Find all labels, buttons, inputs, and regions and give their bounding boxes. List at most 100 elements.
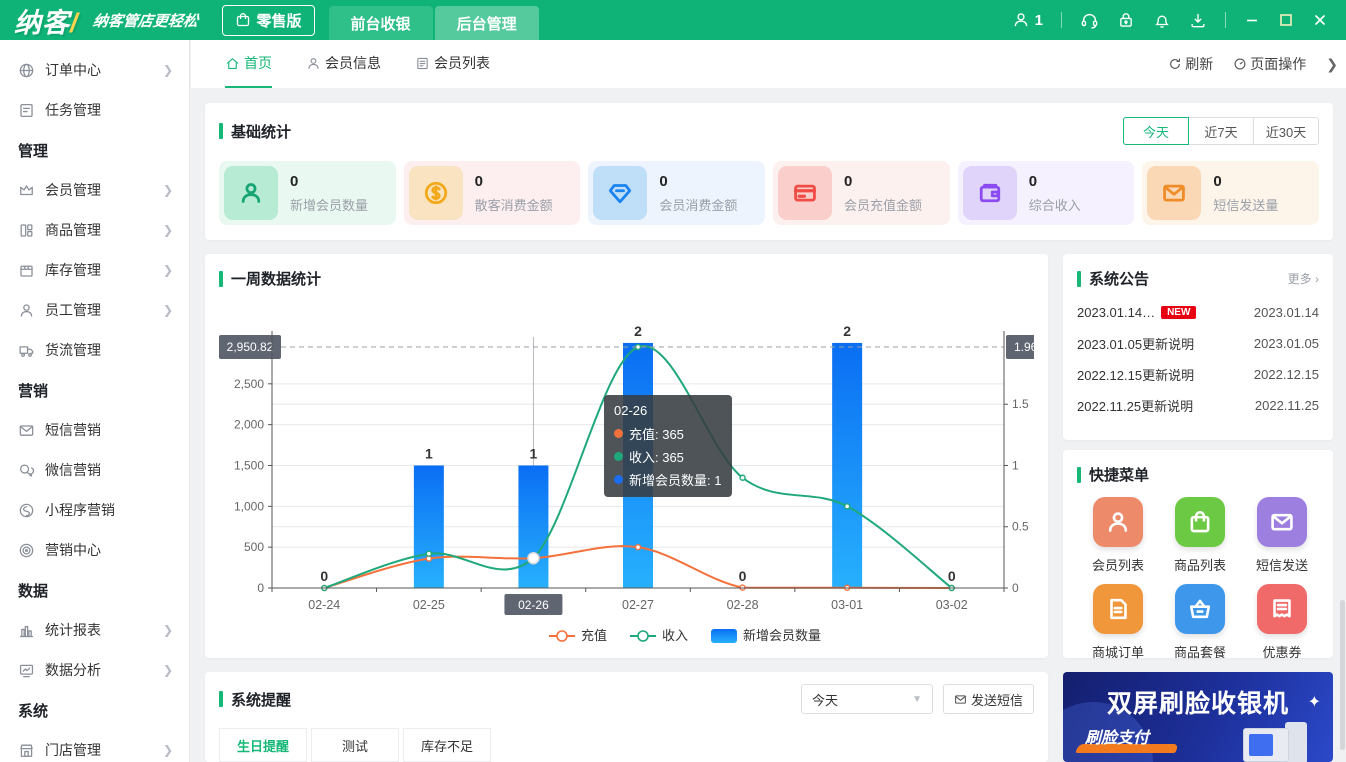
weekly-chart-panel: 一周数据统计 01120202,950.821.96705001,0001,50… [205,254,1048,658]
tab-member-list[interactable]: 会员列表 [415,40,490,88]
stat-value: 0 [1029,173,1081,190]
sidebar-item-staff-management[interactable]: 员工管理❯ [0,290,189,330]
sidebar-item-order-center[interactable]: 订单中心❯ [0,50,189,90]
tab-member-info[interactable]: 会员信息 [306,40,381,88]
quick-menu-coupons[interactable]: 优惠券 [1241,584,1323,661]
svg-text:0: 0 [320,568,328,584]
page-tabbar: 首页会员信息会员列表 刷新 页面操作 ❯ [191,40,1346,88]
page-actions-icon [1233,57,1247,71]
svg-text:新增会员数量: 新增会员数量 [743,628,821,643]
quick-menu-product-list[interactable]: 商品列表 [1159,497,1241,574]
quick-menu-member-list[interactable]: 会员列表 [1077,497,1159,574]
minimize-button[interactable] [1244,12,1260,28]
stat-label: 会员消费金额 [659,195,737,214]
svg-text:充值: 充值 [581,628,607,643]
range-button-近7天[interactable]: 近7天 [1188,117,1254,145]
date-range-group: 今天近7天近30天 [1124,117,1319,145]
sidebar-item-member-management[interactable]: 会员管理❯ [0,170,189,210]
lock-icon [1117,11,1135,29]
user-account-button[interactable]: 1 [1012,11,1043,29]
sidebar-item-sms-marketing[interactable]: 短信营销 [0,410,189,450]
chevron-down-icon: ▼ [912,694,922,705]
reminder-range-select[interactable]: 今天 ▼ [801,684,933,714]
task-icon [18,102,35,119]
reminder-tab-测试[interactable]: 测试 [311,728,399,762]
announcement-date: 2022.12.15 [1254,367,1319,382]
bar-02-26[interactable] [518,465,548,588]
chevron-right-icon: ❯ [163,663,173,677]
notifications-button[interactable] [1153,11,1171,29]
bar-02-25[interactable] [414,465,444,588]
quick-menu-product-combo[interactable]: 商品套餐 [1159,584,1241,661]
box-icon [18,262,35,279]
sidebar-item-inventory-management[interactable]: 库存管理❯ [0,250,189,290]
reminder-tab-生日提醒[interactable]: 生日提醒 [219,728,307,762]
sidebar-item-marketing-center[interactable]: 营销中心 [0,530,189,570]
download-button[interactable] [1189,11,1207,29]
sidebar-item-miniprogram-marketing[interactable]: 小程序营销 [0,490,189,530]
stat-card-综合收入: 0综合收入 [958,161,1135,225]
svg-text:03-02: 03-02 [936,598,968,612]
reminder-tab-库存不足[interactable]: 库存不足 [403,728,491,762]
diamond-icon [607,180,633,206]
ad-banner[interactable]: 双屏刷脸收银机 刷脸支付 ✦ [1063,672,1333,762]
chevron-right-icon: ❯ [163,623,173,637]
sidebar-scrollbar[interactable] [1340,600,1345,750]
download-icon [1189,11,1207,29]
miniprogram-icon [18,502,35,519]
announcement-row[interactable]: 2023.01.14…NEW2023.01.14 [1077,297,1319,328]
panel-title: 基础统计 [219,121,291,142]
sidebar-item-task-management[interactable]: 任务管理 [0,90,189,130]
bar-02-27[interactable] [623,343,653,588]
quick-menu-sms-send[interactable]: 短信发送 [1241,497,1323,574]
panel-title: 一周数据统计 [219,268,1034,289]
header-nav-front-cashier[interactable]: 前台收银 [329,6,433,40]
envelope-icon [18,422,35,439]
basket-icon [1187,596,1213,622]
crown-icon [18,182,35,199]
headset-icon [1080,11,1099,30]
ad-subtitle: 刷脸支付 [1085,724,1149,748]
new-badge: NEW [1161,306,1196,319]
quick-menu-mall-orders[interactable]: 商城订单 [1077,584,1159,661]
more-link[interactable]: 更多 › [1288,270,1319,287]
edition-badge[interactable]: 零售版 [222,5,315,36]
stat-value: 0 [1213,173,1278,190]
goods-icon [18,222,35,239]
weekly-combo-chart[interactable]: 01120202,950.821.96705001,0001,5002,0002… [219,291,1034,649]
svg-text:1,500: 1,500 [234,458,264,472]
refresh-button[interactable]: 刷新 [1168,54,1213,74]
svg-text:1: 1 [1012,458,1019,472]
bell-icon [1153,11,1171,29]
svg-text:0: 0 [739,568,747,584]
svg-text:2: 2 [634,323,642,339]
sidebar-item-product-management[interactable]: 商品管理❯ [0,210,189,250]
svg-text:02-25: 02-25 [413,598,445,612]
page-actions-button[interactable]: 页面操作 [1233,54,1306,74]
tabbar-overflow-chevron[interactable]: ❯ [1326,56,1338,73]
sidebar-item-logistics-management[interactable]: 货流管理 [0,330,189,370]
announcement-row[interactable]: 2022.12.15更新说明2022.12.15 [1077,359,1319,390]
stat-value: 0 [290,173,368,190]
maximize-button[interactable] [1278,12,1294,28]
range-button-近30天[interactable]: 近30天 [1253,117,1319,145]
bar-03-01[interactable] [832,343,862,588]
support-button[interactable] [1080,11,1099,30]
svg-text:0.5: 0.5 [1012,520,1029,534]
range-button-今天[interactable]: 今天 [1123,117,1189,145]
announcement-row[interactable]: 2022.11.25更新说明2022.11.25 [1077,390,1319,421]
sidebar-item-store-management[interactable]: 门店管理❯ [0,730,189,762]
close-button[interactable] [1312,12,1328,28]
sidebar-section-system: 系统 [0,690,189,730]
header-nav-backend-admin[interactable]: 后台管理 [435,6,539,40]
tab-home[interactable]: 首页 [225,40,272,88]
sidebar-item-statistics-report[interactable]: 统计报表❯ [0,610,189,650]
sidebar-item-data-analysis[interactable]: 数据分析❯ [0,650,189,690]
lock-button[interactable] [1117,11,1135,29]
send-sms-button[interactable]: 发送短信 [943,684,1034,714]
announcement-row[interactable]: 2023.01.05更新说明2023.01.05 [1077,328,1319,359]
sidebar-item-wechat-marketing[interactable]: 微信营销 [0,450,189,490]
panel-title: 系统公告 [1077,268,1149,289]
envelope-icon [954,693,967,706]
envelope-icon [1161,180,1187,206]
